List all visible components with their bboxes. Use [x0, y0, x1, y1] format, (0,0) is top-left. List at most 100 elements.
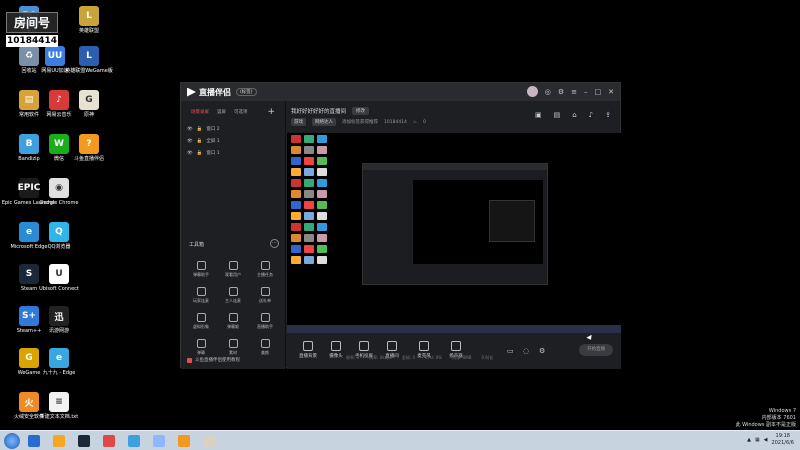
preview-mini-icon — [291, 223, 301, 231]
taskbar-app-icon — [78, 434, 90, 447]
record-icon[interactable]: ▭ — [507, 347, 514, 355]
message-icon[interactable]: ◎ — [545, 88, 551, 96]
preview-mini-icon — [317, 245, 327, 253]
tool-button[interactable]: 观看用户 — [217, 261, 249, 278]
taskbar-app[interactable] — [73, 433, 95, 449]
tool-button[interactable]: 弹幕 — [185, 339, 217, 356]
tool-button[interactable]: 玩家连麦 — [185, 287, 217, 304]
tab-scene-3[interactable]: 可选项 — [234, 109, 248, 115]
start-live-button[interactable]: 开始直播 — [579, 344, 613, 356]
lock-icon[interactable]: ⌂ — [572, 111, 576, 119]
microphone-icon — [419, 341, 429, 351]
desktop-icon[interactable]: ? 斗鱼直播伴侣 — [66, 134, 112, 162]
taskbar-app[interactable] — [173, 433, 195, 449]
desktop-icon[interactable]: 迅讯游网游 — [36, 306, 82, 334]
app-icon: Q — [49, 222, 69, 242]
gear-icon[interactable]: ⚙ — [539, 347, 545, 355]
tool-button[interactable]: 主播任务 — [249, 261, 281, 278]
category-name[interactable]: 网络达人 — [312, 118, 336, 126]
stream-title-row: 我好好好好好的直播间 修改 — [291, 107, 370, 115]
tool-button[interactable]: 主人连麦 — [217, 287, 249, 304]
network-icon[interactable]: ▦ — [755, 437, 760, 443]
close-icon[interactable]: ✕ — [608, 88, 614, 96]
tool-label: 直播助手 — [257, 324, 273, 329]
preview-mini-icon — [317, 223, 327, 231]
heat-icon: ♨ — [412, 119, 417, 125]
add-scene-icon[interactable]: + — [267, 107, 275, 117]
tool-button[interactable]: 弹幕姬 — [217, 313, 249, 330]
eye-icon[interactable]: 👁 — [187, 127, 193, 132]
taskbar: ▲ ▦ ◀ 19:18 2021/6/6 — [0, 430, 800, 450]
desktop-icon[interactable]: Q QQ浏览器 — [36, 222, 82, 250]
minimize-icon[interactable]: – — [584, 88, 588, 96]
settings-icon[interactable]: ⚙ — [558, 88, 564, 96]
tray-arrow-icon[interactable]: ▲ — [747, 437, 751, 443]
live-preview[interactable] — [287, 133, 621, 333]
lock-icon[interactable]: 🔒 — [197, 127, 203, 132]
tab-scene-1[interactable]: 场景录屏 — [191, 109, 209, 115]
desktop-icon[interactable]: L 英雄联盟WeGame版 — [65, 46, 113, 74]
source-item[interactable]: 👁 🔒 全屏 1 — [181, 135, 285, 147]
taskbar-app[interactable] — [23, 433, 45, 449]
tutorial-link[interactable]: 斗鱼直播伴侣使用教程 — [187, 357, 240, 363]
room-icon — [387, 341, 397, 351]
tab-scene-2[interactable]: 竖屏 — [217, 109, 226, 115]
desktop-icon[interactable]: ◉ Google Chrome — [36, 178, 82, 206]
preview-mini-icon — [304, 168, 314, 176]
taskbar-app[interactable] — [198, 433, 220, 449]
desktop-icon-label: Ubisoft Connect — [39, 286, 79, 292]
tool-button[interactable]: 虚拟形象 — [185, 313, 217, 330]
volume-icon[interactable]: ◀ — [764, 437, 768, 443]
desktop-icon[interactable]: L 英雄联盟 — [66, 6, 112, 34]
desktop-icon[interactable]: ≡ 新建文本文档.txt — [36, 392, 82, 420]
eye-icon[interactable]: 👁 — [187, 151, 193, 156]
preview-mini-icon — [304, 245, 314, 253]
preview-taskbar — [287, 325, 621, 333]
tool-button[interactable]: 直播助手 — [249, 313, 281, 330]
edit-title-button[interactable]: 修改 — [352, 107, 370, 115]
tool-button[interactable]: 美颜 — [249, 339, 281, 356]
start-button[interactable] — [4, 432, 20, 449]
lock-icon[interactable]: 🔒 — [197, 139, 203, 144]
tool-button[interactable]: 素材 — [217, 339, 249, 356]
taskbar-app[interactable] — [48, 433, 70, 449]
taskbar-app[interactable] — [123, 433, 145, 449]
app-icon: ? — [79, 134, 99, 154]
room-badge-title: 房间号 — [6, 12, 58, 33]
desktop-icon-label: Steam — [20, 286, 38, 292]
control-button[interactable]: 直播背景 — [295, 341, 321, 359]
gift-icon[interactable]: ▣ — [535, 111, 542, 119]
eye-icon[interactable]: 👁 — [187, 139, 193, 144]
mic-status-icon[interactable]: ◌ — [523, 347, 529, 355]
clock[interactable]: 19:18 2021/6/6 — [772, 433, 794, 447]
desktop-icon[interactable]: G 原神 — [66, 90, 112, 118]
source-item[interactable]: 👁 🔒 窗口 2 — [181, 123, 285, 135]
taskbar-app-icon — [153, 434, 165, 447]
preview-nested-window — [362, 163, 548, 285]
bell-icon[interactable]: ♪ — [589, 111, 593, 119]
layout-icon[interactable]: ▤ — [554, 111, 561, 119]
tool-button[interactable]: 送礼单 — [249, 287, 281, 304]
taskbar-app-icon — [103, 434, 115, 447]
avatar[interactable] — [526, 86, 538, 97]
share-icon[interactable]: ⇪ — [605, 111, 611, 119]
preview-mini-icon — [317, 146, 327, 154]
maximize-icon[interactable]: □ — [595, 88, 602, 96]
tool-label: 主播任务 — [257, 272, 273, 277]
preview-mini-icon — [304, 223, 314, 231]
toolbox-grid: 弹幕助手 观看用户 主播任务玩家连麦 主人连麦 送礼单虚拟形象 弹幕姬 直播助手弹幕 素材 美颜 — [185, 261, 281, 356]
app-tag[interactable]: (标签) — [236, 88, 257, 96]
taskbar-app[interactable] — [98, 433, 120, 449]
menu-icon[interactable]: ≡ — [571, 88, 577, 96]
desktop-icon[interactable]: e 九十九 - Edge — [36, 348, 82, 376]
desktop-icon-label: 新建文本文档.txt — [39, 414, 79, 420]
app-icon: L — [79, 6, 99, 26]
source-item[interactable]: 👁 🔒 窗口 1 — [181, 147, 285, 159]
lock-icon[interactable]: 🔒 — [197, 151, 203, 156]
more-tools-icon[interactable]: ⋯ — [270, 239, 279, 248]
taskbar-app[interactable] — [148, 433, 170, 449]
tool-button[interactable]: 弹幕助手 — [185, 261, 217, 278]
preview-mini-icon — [304, 212, 314, 220]
desktop-icon[interactable]: U Ubisoft Connect — [36, 264, 82, 292]
category-tag[interactable]: 游戏 — [291, 118, 306, 126]
